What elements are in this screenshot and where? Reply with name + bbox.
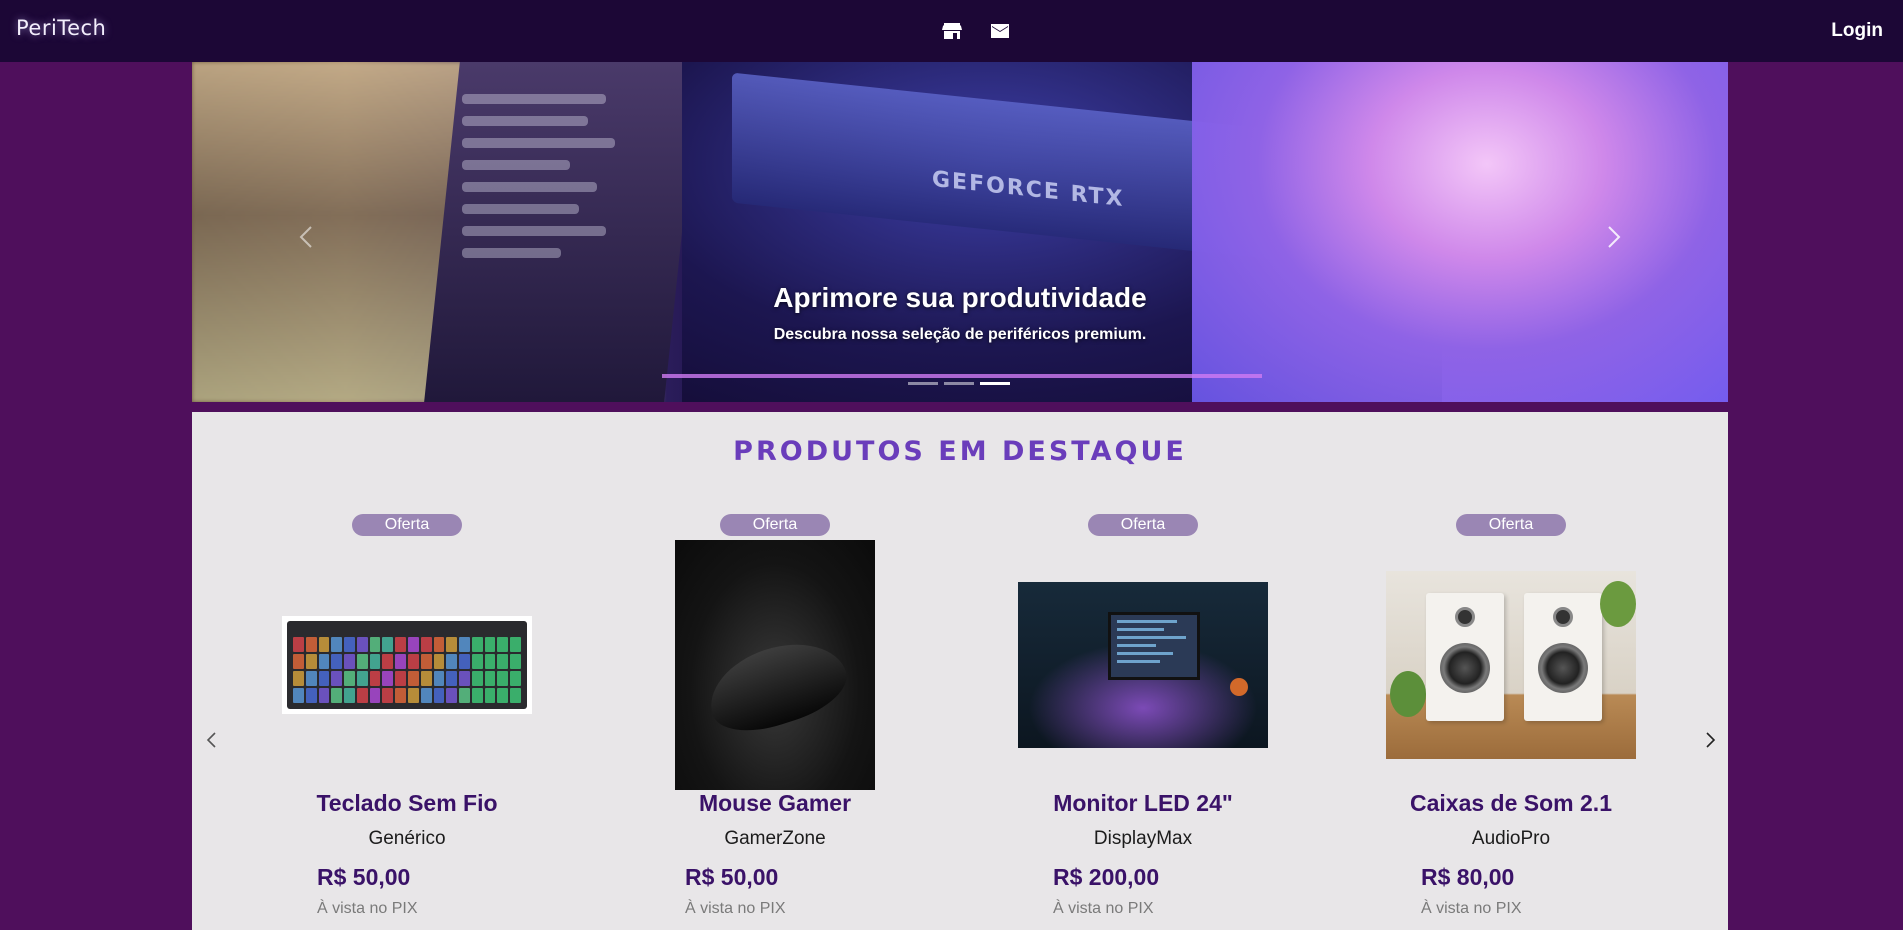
product-card[interactable]: Oferta Caixas de Som 2.1 AudioPro R$ 80,… (1361, 514, 1661, 930)
chevron-right-icon (1706, 732, 1716, 748)
product-name[interactable]: Teclado Sem Fio (257, 790, 557, 817)
offer-badge: Oferta (1088, 514, 1198, 536)
login-link[interactable]: Login (1831, 20, 1883, 42)
products-prev-arrow[interactable] (202, 730, 222, 750)
product-image[interactable] (993, 540, 1293, 790)
product-card[interactable]: Oferta Mouse Gamer GamerZone R$ 50,00 À … (625, 514, 925, 930)
hero-indicator-1[interactable] (908, 382, 938, 385)
store-icon[interactable] (940, 19, 964, 43)
offer-badge: Oferta (1456, 514, 1566, 536)
product-price: R$ 200,00 (1053, 864, 1160, 890)
hero-next-arrow[interactable] (1598, 222, 1628, 252)
product-brand: GamerZone (724, 828, 826, 849)
product-image[interactable] (625, 540, 925, 790)
chevron-right-icon (1608, 226, 1621, 248)
hero-indicator-2[interactable] (944, 382, 974, 385)
hero-image-light (662, 374, 1262, 378)
mouse-image (675, 540, 875, 790)
payment-note: À vista no PIX (1421, 900, 1522, 917)
offer-badge: Oferta (352, 514, 462, 536)
product-image[interactable] (257, 540, 557, 790)
product-brand: Genérico (368, 828, 446, 849)
hero-subtitle: Descubra nossa seleção de periféricos pr… (773, 326, 1147, 343)
product-price: R$ 50,00 (685, 864, 779, 890)
payment-note: À vista no PIX (317, 900, 418, 917)
product-brand: AudioPro (1471, 828, 1551, 849)
product-price: R$ 80,00 (1421, 864, 1515, 890)
hero-image-glow (1192, 62, 1728, 402)
chevron-left-icon (206, 732, 216, 748)
product-card[interactable]: Oferta Monitor LED 24" DisplayMax R$ 200… (993, 514, 1293, 930)
offer-badge: Oferta (720, 514, 830, 536)
hero-prev-arrow[interactable] (292, 222, 322, 252)
featured-products-section: PRODUTOS EM DESTAQUE Oferta Teclado Sem … (192, 412, 1728, 930)
product-image[interactable] (1361, 540, 1661, 790)
speakers-image (1386, 571, 1636, 759)
hero-image-screen-content (462, 82, 642, 362)
product-name[interactable]: Caixas de Som 2.1 (1361, 790, 1661, 817)
brand-logo[interactable]: PeriTech (16, 16, 106, 40)
payment-note: À vista no PIX (1053, 900, 1154, 917)
payment-note: À vista no PIX (685, 900, 786, 917)
hero-indicators (908, 382, 1010, 385)
mail-icon[interactable] (988, 19, 1012, 43)
navbar: PeriTech Login (0, 0, 1903, 62)
chevron-left-icon (299, 226, 312, 248)
monitor-image (1018, 582, 1268, 748)
hero-carousel: GEFORCE RTX Aprimore sua produtividade D… (192, 62, 1728, 402)
featured-title: PRODUTOS EM DESTAQUE (733, 436, 1187, 467)
products-next-arrow[interactable] (1700, 730, 1720, 750)
nav-icons (940, 19, 1012, 43)
product-name[interactable]: Mouse Gamer (625, 790, 925, 817)
hero-indicator-3[interactable] (980, 382, 1010, 385)
keyboard-image (282, 616, 532, 714)
product-name[interactable]: Monitor LED 24" (993, 790, 1293, 817)
hero-title: Aprimore sua produtividade (773, 282, 1147, 313)
product-price: R$ 50,00 (317, 864, 411, 890)
product-brand: DisplayMax (1093, 828, 1193, 849)
product-card[interactable]: Oferta Teclado Sem Fio Genérico R$ 50,00… (257, 514, 557, 930)
